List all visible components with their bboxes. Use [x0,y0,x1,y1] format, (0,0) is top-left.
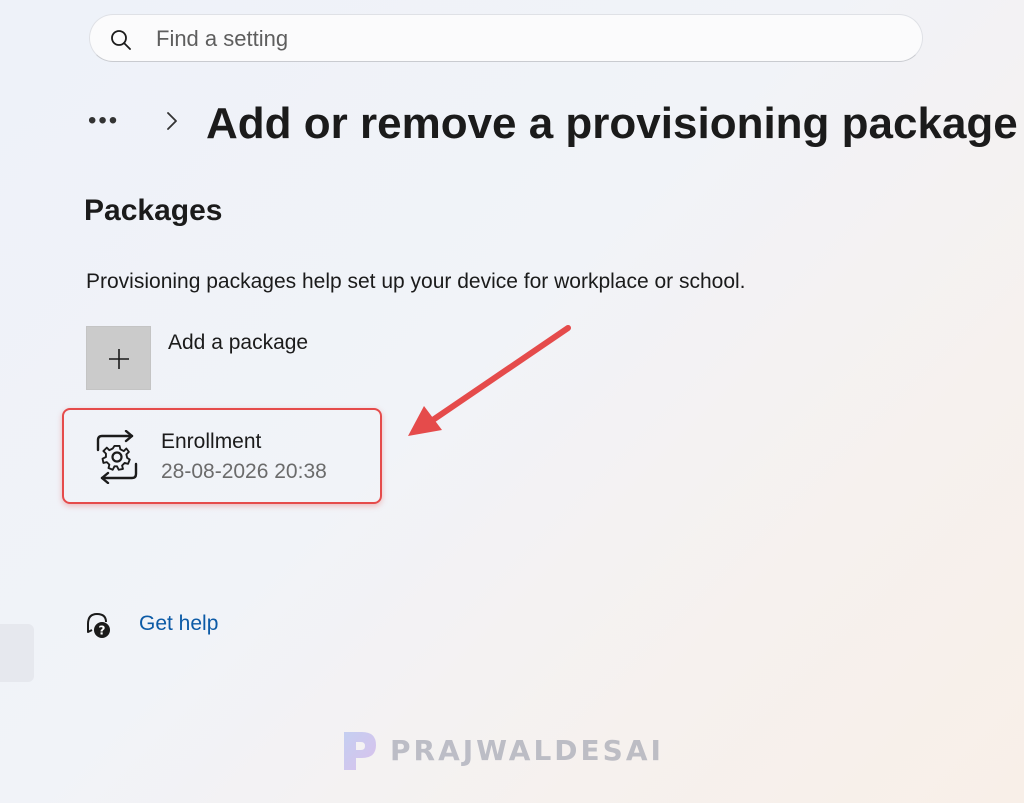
provisioning-package-icon [96,430,138,484]
get-help-row[interactable]: ? Get help [84,606,284,646]
breadcrumb: ••• Add or remove a provisioning package [88,96,1018,156]
help-icon: ? [87,612,110,638]
add-package-button[interactable]: Add a package [86,326,386,392]
watermark-text: PRAJWALDESAI [390,734,664,767]
page-title: Add or remove a provisioning package [206,99,1018,148]
section-description: Provisioning packages help set up your d… [86,270,746,293]
add-package-tile[interactable] [86,326,151,390]
svg-text:?: ? [99,624,106,638]
breadcrumb-more-button[interactable]: ••• [88,106,134,136]
watermark: PRAJWALDESAI [340,728,661,776]
add-package-label: Add a package [168,331,309,354]
plus-icon [109,349,129,369]
search-box[interactable] [89,14,923,62]
search-input[interactable] [154,23,898,55]
sidebar-edge [0,624,34,682]
package-item-enrollment[interactable]: Enrollment 28-08-2026 20:38 [62,408,382,504]
search-icon [111,30,131,50]
package-date: 28-08-2026 20:38 [161,460,327,483]
get-help-link[interactable]: Get help [139,612,218,636]
package-name: Enrollment [161,430,262,453]
section-title: Packages [84,194,223,227]
chevron-right-icon [167,112,177,130]
watermark-logo-icon [344,732,376,770]
annotation-arrow [408,325,571,436]
